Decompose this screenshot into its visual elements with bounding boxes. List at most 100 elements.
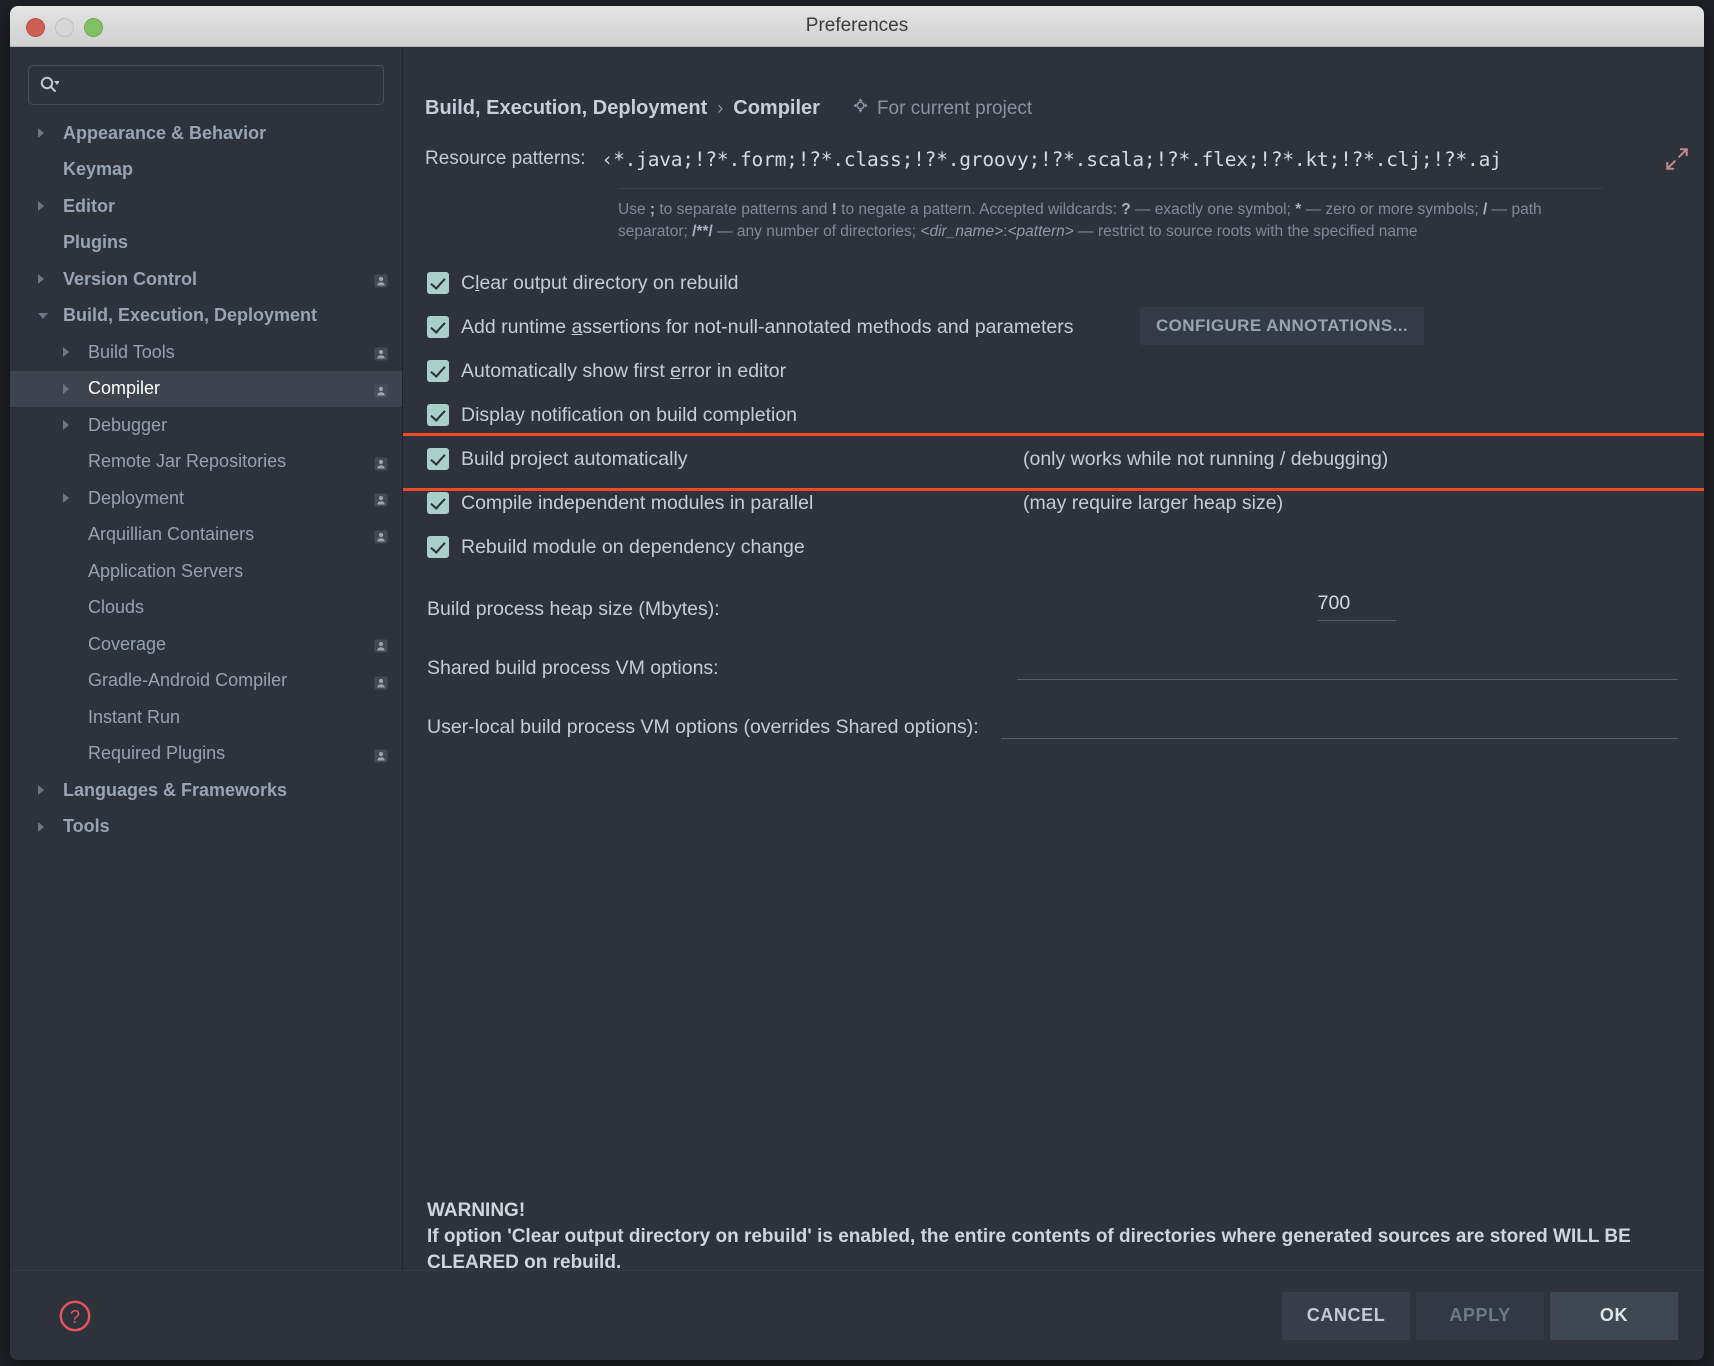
checkbox-rebuild-module-on-dependency-change[interactable] — [427, 536, 449, 558]
sidebar-item-editor[interactable]: Editor — [10, 188, 402, 225]
checkbox-automatically-show-first-error-in-editor[interactable] — [427, 360, 449, 382]
checkbox-label: Add runtime assertions for not-null-anno… — [461, 316, 1073, 339]
chevron-down-icon[interactable] — [38, 312, 48, 319]
chevron-right-icon[interactable] — [63, 493, 69, 504]
breadcrumb-parent[interactable]: Build, Execution, Deployment — [425, 97, 707, 120]
sidebar-item-remote-jar-repositories[interactable]: Remote Jar Repositories — [10, 444, 402, 481]
sidebar-item-label: Editor — [63, 195, 115, 216]
close-window-button[interactable] — [26, 18, 45, 37]
checkbox-label-pre: C — [461, 271, 476, 294]
minimize-window-button[interactable] — [55, 18, 74, 37]
sidebar-item-build-execution-deployment[interactable]: Build, Execution, Deployment — [10, 298, 402, 335]
project-setting-badge-icon — [374, 528, 388, 544]
checkbox-label-pre: Display notification on build completion — [461, 403, 798, 426]
sidebar-item-version-control[interactable]: Version Control — [10, 261, 402, 298]
checkbox-row-clear-output-directory-on-rebuild[interactable]: Clear output directory on rebuild — [403, 268, 1704, 298]
search-input[interactable] — [59, 75, 373, 95]
warning-body: If option 'Clear output directory on reb… — [427, 1226, 1631, 1273]
checkbox-note: (may require larger heap size) — [1023, 491, 1284, 514]
sidebar-item-application-servers[interactable]: Application Servers — [10, 553, 402, 590]
checkbox-label: Build project automatically — [461, 448, 688, 471]
resource-patterns-input[interactable]: ‹*.java;!?*.form;!?*.class;!?*.groovy;!?… — [602, 148, 1652, 171]
checkbox-row-automatically-show-first-error-in-editor[interactable]: Automatically show first error in editor — [403, 356, 1704, 386]
sidebar-item-appearance-behavior[interactable]: Appearance & Behavior — [10, 115, 402, 152]
cancel-button[interactable]: CANCEL — [1282, 1291, 1410, 1340]
search-box[interactable] — [28, 65, 384, 105]
sidebar-item-tools[interactable]: Tools — [10, 809, 402, 846]
hint-sym-globstar: /**/ — [692, 222, 713, 240]
sidebar-item-coverage[interactable]: Coverage — [10, 626, 402, 663]
chevron-right-icon[interactable] — [63, 420, 69, 431]
hint-t7: — any number of directories; — [712, 222, 921, 240]
sidebar-item-arquillian-containers[interactable]: Arquillian Containers — [10, 517, 402, 554]
checkbox-row-build-project-automatically[interactable]: Build project automatically (only works w… — [403, 433, 1704, 491]
checkbox-add-runtime-assertions-for-not-null-annotate[interactable] — [427, 316, 449, 338]
ok-button[interactable]: OK — [1550, 1291, 1678, 1340]
compiler-options-list: Clear output directory on rebuild Add run… — [403, 268, 1704, 562]
checkbox-display-notification-on-build-completion[interactable] — [427, 404, 449, 426]
chevron-right-icon[interactable] — [38, 201, 44, 212]
sidebar-item-label: Clouds — [88, 597, 145, 618]
sidebar-item-gradle-android-compiler[interactable]: Gradle-Android Compiler — [10, 663, 402, 700]
hint-dirname: <dir_name> — [920, 222, 1004, 240]
sidebar-item-build-tools[interactable]: Build Tools — [10, 334, 402, 371]
checkbox-label-post: ear output directory on rebuild — [479, 271, 739, 294]
checkbox-clear-output-directory-on-rebuild[interactable] — [427, 272, 449, 294]
checkbox-label-pre: Automatically show first — [461, 359, 671, 382]
checkbox-label: Display notification on build completion — [461, 404, 797, 427]
sidebar-item-plugins[interactable]: Plugins — [10, 225, 402, 262]
hint-sym-question: ? — [1121, 201, 1131, 218]
sidebar-item-instant-run[interactable]: Instant Run — [10, 699, 402, 736]
zoom-window-button[interactable] — [84, 18, 103, 37]
checkbox-label: Rebuild module on dependency change — [461, 536, 805, 559]
sidebar-item-languages-frameworks[interactable]: Languages & Frameworks — [10, 772, 402, 809]
chevron-right-icon[interactable] — [38, 128, 44, 139]
checkbox-label: Compile independent modules in parallel — [461, 492, 813, 515]
help-icon[interactable]: ? — [58, 1299, 92, 1333]
configure-annotations-button[interactable]: CONFIGURE ANNOTATIONS... — [1140, 307, 1424, 345]
checkbox-label-mnemonic: a — [571, 315, 583, 338]
sidebar-item-deployment[interactable]: Deployment — [10, 480, 402, 517]
checkbox-build-project-automatically[interactable] — [427, 448, 449, 470]
chevron-right-icon[interactable] — [38, 785, 44, 796]
hint-t1: Use — [618, 201, 650, 218]
input-user-local-build-process-vm-options-over[interactable] — [1000, 710, 1678, 739]
chevron-right-icon[interactable] — [63, 347, 69, 358]
checkbox-compile-independent-modules-in-parallel[interactable] — [427, 492, 449, 514]
chevron-right-icon[interactable] — [38, 274, 44, 285]
window-title: Preferences — [805, 15, 909, 36]
project-setting-badge-icon — [374, 491, 388, 507]
sidebar-item-debugger[interactable]: Debugger — [10, 407, 402, 444]
search-container — [28, 65, 384, 105]
sidebar-item-label: Debugger — [88, 414, 168, 435]
input-shared-build-process-vm-options[interactable] — [1016, 651, 1678, 680]
sidebar-item-label: Keymap — [63, 159, 134, 180]
compiler-settings-panel: Build, Execution, Deployment › Compiler … — [403, 47, 1704, 1360]
sidebar-item-keymap[interactable]: Keymap — [10, 152, 402, 189]
sidebar-item-required-plugins[interactable]: Required Plugins — [10, 736, 402, 773]
hint-t8: — restrict to source roots with the spec… — [1073, 222, 1418, 240]
sidebar-item-label: Plugins — [63, 232, 129, 253]
expand-icon[interactable] — [1664, 146, 1690, 172]
sidebar-item-label: Application Servers — [88, 560, 244, 581]
project-setting-badge-icon — [374, 382, 388, 398]
footer-buttons: CANCEL APPLY OK — [1282, 1291, 1678, 1340]
checkbox-row-add-runtime-assertions-for-not-null-annotate[interactable]: Add runtime assertions for not-null-anno… — [403, 307, 1704, 345]
sidebar-item-clouds[interactable]: Clouds — [10, 590, 402, 627]
checkbox-row-rebuild-module-on-dependency-change[interactable]: Rebuild module on dependency change — [403, 532, 1704, 562]
breadcrumb-separator-icon: › — [717, 98, 724, 118]
sidebar-item-compiler[interactable]: Compiler — [10, 370, 402, 407]
sidebar-item-label: Required Plugins — [88, 743, 226, 764]
hint-pattern: <pattern> — [1007, 222, 1074, 240]
checkbox-label-pre: Compile independent modules in parallel — [461, 491, 814, 514]
chevron-right-icon[interactable] — [63, 383, 69, 394]
checkbox-label-pre: Build project automatically — [461, 447, 688, 470]
chevron-right-icon[interactable] — [38, 821, 44, 832]
sidebar-item-label: Compiler — [88, 378, 161, 399]
project-scope: For current project — [852, 97, 1032, 120]
checkbox-row-display-notification-on-build-completion[interactable]: Display notification on build completion — [403, 400, 1704, 430]
project-setting-badge-icon — [374, 345, 388, 361]
resource-patterns-label: Resource patterns: — [425, 148, 586, 169]
checkbox-row-compile-independent-modules-in-parallel[interactable]: Compile independent modules in parallel (… — [403, 488, 1704, 518]
input-build-process-heap-size-mbytes[interactable]: 700 — [1317, 592, 1396, 621]
